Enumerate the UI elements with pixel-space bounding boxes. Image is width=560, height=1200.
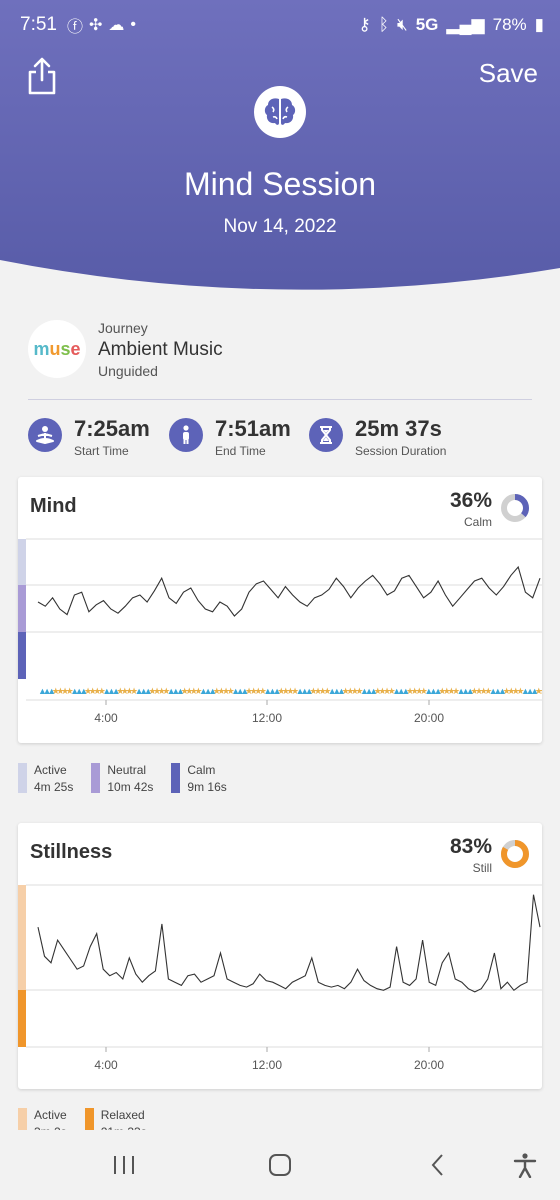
legend-name: Active [34, 1108, 67, 1122]
meditation-icon [28, 418, 62, 452]
legend-item-calm: Calm 9m 16s [171, 763, 227, 794]
muse-logo: muse [28, 320, 86, 378]
x-tick-label: 12:00 [252, 711, 282, 725]
stillness-percent: 83% [449, 835, 492, 858]
end-time-stat: 7:51am End Time [169, 416, 291, 458]
mind-chart: ▲▲▲★★★★▲▲▲★★★★▲▲▲★★★★▲▲▲★★★★▲▲▲★★★★▲▲▲★★… [18, 538, 542, 725]
mind-percent-label: Calm [463, 515, 492, 529]
home-icon[interactable] [260, 1150, 300, 1180]
legend-time: 4m 25s [34, 780, 74, 794]
x-tick-label: 4:00 [94, 1058, 118, 1072]
legend-swatch [171, 763, 181, 793]
x-tick-label: 20:00 [414, 1058, 444, 1072]
share-icon[interactable] [26, 56, 58, 96]
start-time-stat: 7:25am Start Time [28, 416, 150, 458]
legend-name: Neutral [107, 763, 147, 777]
key-icon: ⚷ [358, 15, 371, 34]
legend-name: Relaxed [100, 1108, 145, 1122]
header-background [0, 0, 560, 290]
session-duration-stat: 25m 37s Session Duration [309, 416, 446, 458]
journey-type: Journey [98, 320, 148, 336]
signal-icon: ▂▄▆ [446, 15, 485, 34]
end-time-label: End Time [215, 444, 266, 458]
bluetooth-icon: ᛒ [378, 15, 389, 34]
legend-name: Active [34, 763, 67, 777]
session-duration-label: Session Duration [355, 444, 447, 458]
x-tick-label: 20:00 [414, 711, 444, 725]
mind-band-calm [18, 632, 26, 679]
stillness-band-relaxed [18, 990, 26, 1047]
stillness-chart: 4:00 12:00 20:00 [18, 884, 542, 1072]
legend-time: 9m 16s [187, 780, 227, 794]
battery-icon: ▮ [534, 15, 544, 34]
cloud-icon: ☁ [108, 17, 125, 34]
session-duration-value: 25m 37s [355, 416, 442, 441]
hourglass-icon [309, 418, 343, 452]
legend-name: Calm [187, 763, 216, 777]
mind-band-neutral [18, 585, 26, 632]
legend-swatch [91, 763, 101, 793]
legend-item-neutral: Neutral 10m 42s [91, 763, 153, 794]
battery-label: 78% [492, 15, 527, 34]
status-bar: 7:51 ⓕ ✣ ☁ • ⚷ ᛒ 🔇︎ 5G ▂▄▆ 78% ▮ [20, 12, 544, 38]
divider [28, 399, 532, 400]
back-icon[interactable] [418, 1150, 458, 1180]
end-time-value: 7:51am [215, 416, 291, 441]
mind-card: Mind 36% Calm ▲ ▲ ▲ ★ ★ ★ ★ ▲ ▲ ▲ ★ ★ ★ ★ ▲ ▲ ▲ ★ ★ ★ ★ ▲ ▲ ▲ ★ ★… [18, 477, 542, 743]
accessibility-icon[interactable] [505, 1150, 545, 1180]
save-button[interactable]: Save [479, 58, 538, 89]
system-nav-bar [0, 1130, 560, 1200]
bird-markers: ▲▲▲★★★★▲▲▲★★★★▲▲▲★★★★▲▲▲★★★★▲▲▲★★★★▲▲▲★★… [38, 686, 542, 696]
stillness-band-active [18, 885, 26, 990]
stillness-series-line [37, 894, 541, 993]
mind-legend: Active 4m 25s Neutral 10m 42s Calm 9m 16s [18, 763, 245, 794]
status-time: 7:51 [20, 14, 57, 35]
stillness-title: Stillness [30, 841, 113, 863]
network-label: 5G [415, 15, 439, 34]
pinwheel-icon: ✣ [89, 17, 103, 34]
legend-time: 10m 42s [107, 780, 154, 794]
session-date: Nov 14, 2022 [223, 216, 337, 237]
facebook-icon: ⓕ [66, 19, 83, 36]
page-title: Mind Session [183, 166, 377, 202]
mind-calm-donut [501, 494, 529, 522]
mind-percent: 36% [449, 489, 492, 512]
mind-series-line [37, 565, 541, 617]
journey-guidance: Unguided [98, 363, 158, 379]
x-tick-label: 12:00 [252, 1058, 282, 1072]
stillness-percent-label: Still [472, 861, 492, 875]
legend-swatch [18, 763, 27, 793]
mind-title: Mind [30, 495, 77, 517]
person-icon [169, 418, 203, 452]
legend-item-active: Active 4m 25s [18, 763, 73, 794]
bird-marker: ★ [539, 686, 542, 696]
x-tick-label: 4:00 [94, 711, 118, 725]
start-time-value: 7:25am [74, 416, 150, 441]
journey-name: Ambient Music [98, 339, 223, 360]
start-time-label: Start Time [74, 444, 129, 458]
mind-band-active [18, 539, 26, 585]
brain-icon [254, 86, 306, 138]
session-header: 7:51 ⓕ ✣ ☁ • ⚷ ᛒ 🔇︎ 5G ▂▄▆ 78% ▮ Save Mi… [0, 0, 560, 300]
dot-icon: • [130, 16, 137, 33]
stillness-donut [501, 840, 529, 868]
stillness-card: Stillness 83% Still 4:00 12:00 20:00 [18, 823, 542, 1089]
recent-apps-icon[interactable] [104, 1150, 144, 1180]
mute-icon: 🔇︎ [397, 15, 408, 34]
